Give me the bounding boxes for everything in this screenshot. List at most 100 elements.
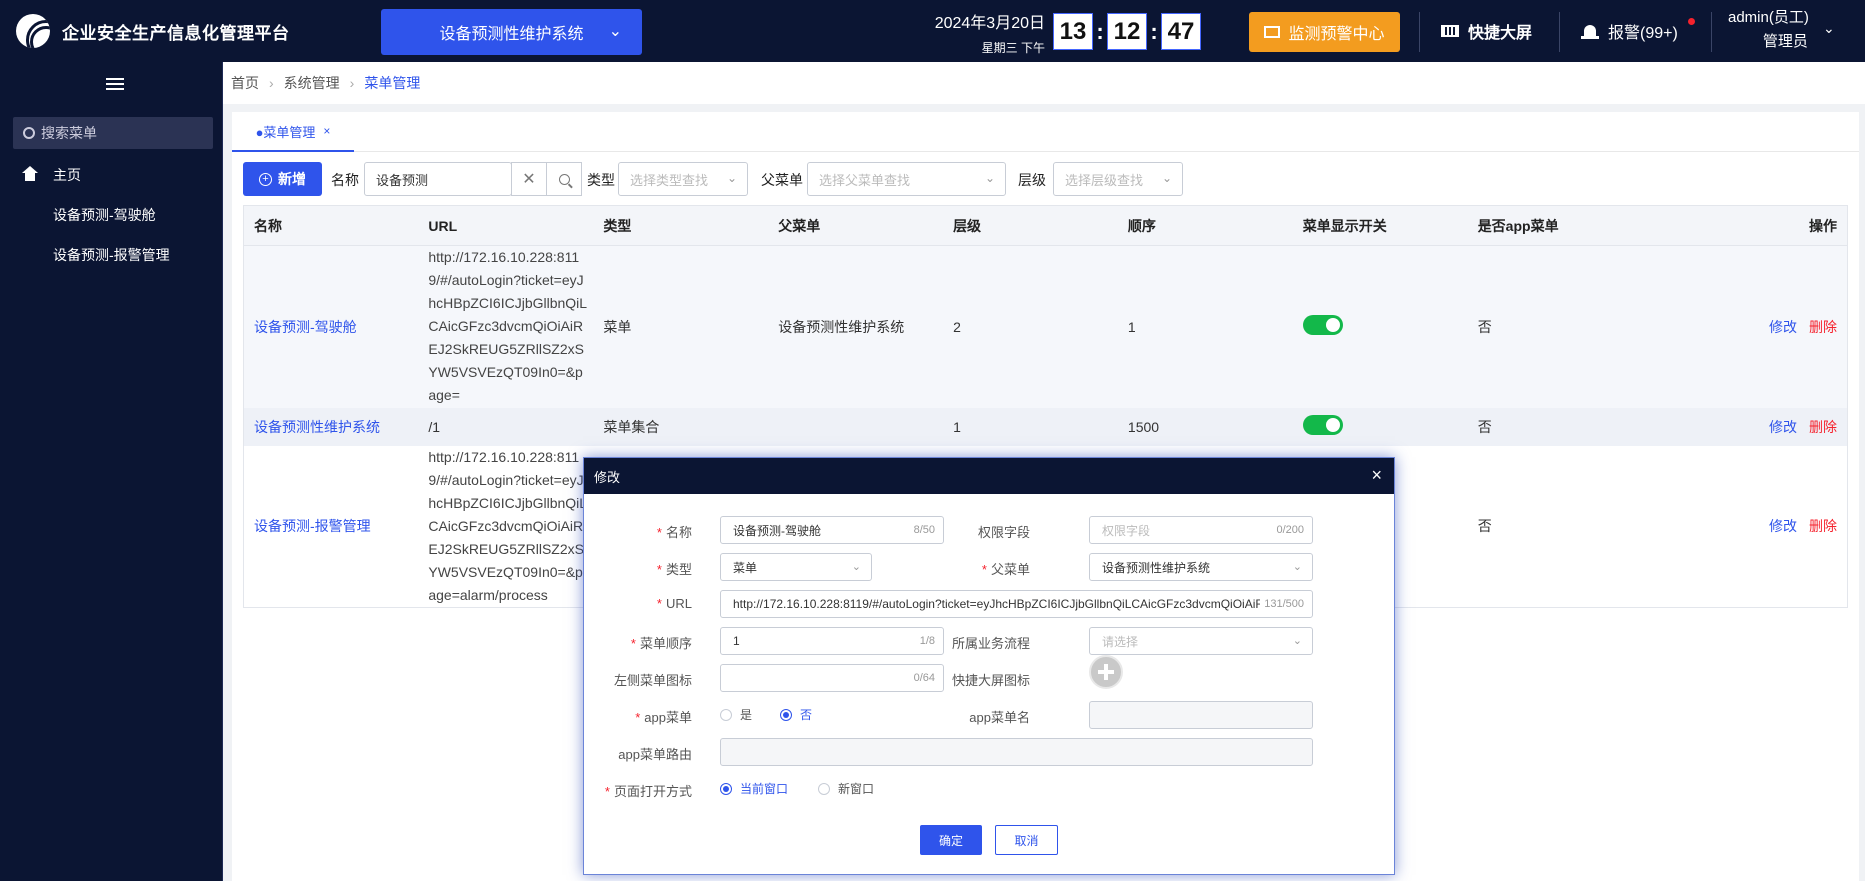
user-name: admin(员工): [1728, 9, 1809, 26]
sidebar-item-alarm-management[interactable]: 设备预测-报警管理: [0, 235, 223, 275]
menu-display-toggle[interactable]: [1302, 415, 1343, 435]
row-is-app: 否: [1467, 445, 1643, 608]
row-name-link[interactable]: 设备预测性维护系统: [254, 419, 380, 435]
keyboard-icon: [1441, 25, 1459, 37]
parent-menu-value: 设备预测性维护系统: [1102, 560, 1211, 575]
top-header: 企业安全生产信息化管理平台 设备预测性维护系统 ⌄ 2024年3月20日 星期三…: [0, 0, 1865, 62]
open-current-window-radio[interactable]: 当前窗口: [720, 780, 788, 797]
breadcrumb-system[interactable]: 系统管理: [284, 73, 340, 93]
chevron-down-icon: ⌄: [1161, 171, 1172, 185]
app-route-input[interactable]: [720, 738, 1313, 766]
alarm-badge-dot: [1688, 18, 1695, 25]
close-icon: ✕: [522, 171, 536, 188]
row-name-link[interactable]: 设备预测-报警管理: [254, 518, 371, 534]
row-parent: 设备预测性维护系统: [768, 245, 944, 408]
permission-placeholder: 权限字段: [1102, 523, 1151, 538]
brand: 企业安全生产信息化管理平台: [0, 14, 370, 48]
parent-menu-select[interactable]: 设备预测性维护系统 ⌄: [1089, 553, 1313, 581]
monitor-center-button[interactable]: 监测预警中心: [1249, 12, 1400, 52]
quick-screen-button[interactable]: 快捷大屏: [1441, 19, 1532, 43]
tab-label: ●菜单管理: [255, 124, 316, 140]
alarm-bell-icon: [1580, 22, 1600, 40]
name-value: 设备预测-驾驶舱: [733, 523, 821, 538]
edit-link[interactable]: 修改: [1769, 319, 1797, 335]
edit-link[interactable]: 修改: [1769, 518, 1797, 534]
permission-input[interactable]: 权限字段 0/200: [1089, 516, 1313, 544]
dialog-header: 修改 ×: [584, 458, 1394, 494]
order-input[interactable]: 1 1/8: [720, 627, 944, 655]
breadcrumb-current: 菜单管理: [364, 75, 421, 91]
edit-menu-dialog: 修改 × * 名称 设备预测-驾驶舱 8/50 权限字段 权限字段 0/200 *…: [583, 457, 1395, 875]
plus-icon: +: [259, 172, 272, 186]
sidebar-item-cockpit[interactable]: 设备预测-驾驶舱: [0, 195, 223, 235]
close-icon[interactable]: ×: [323, 124, 330, 138]
order-value: 1: [733, 634, 740, 648]
edit-link[interactable]: 修改: [1769, 419, 1797, 435]
parent-filter-select[interactable]: 选择父菜单查找 ⌄: [807, 162, 1006, 196]
chevron-down-icon: ⌄: [726, 171, 737, 185]
name-filter-input[interactable]: 设备预测: [364, 162, 512, 196]
menu-display-toggle[interactable]: [1302, 315, 1343, 336]
confirm-button[interactable]: 确定: [920, 825, 982, 855]
level-filter-select[interactable]: 选择层级查找 ⌄: [1053, 162, 1183, 196]
alarm-button[interactable]: 报警(99+): [1580, 19, 1678, 43]
business-flow-placeholder: 请选择: [1102, 634, 1139, 649]
system-select[interactable]: 设备预测性维护系统 ⌄: [381, 9, 642, 55]
sidebar-search-input[interactable]: 搜索菜单: [13, 117, 213, 149]
app-menu-yes-radio[interactable]: 是: [720, 706, 752, 723]
type-select[interactable]: 菜单 ⌄: [720, 553, 872, 581]
chevron-down-icon: ⌄: [851, 561, 861, 573]
tab-menu-management[interactable]: ●菜单管理 ×: [232, 112, 354, 152]
breadcrumb: 首页 › 系统管理 › 菜单管理: [223, 62, 1865, 104]
user-menu[interactable]: admin(员工) 管理员: [1728, 6, 1809, 54]
column-header: 类型: [593, 205, 769, 246]
sidebar-item-home[interactable]: 主页: [0, 155, 223, 195]
clock-seconds: 47: [1161, 13, 1201, 50]
app-menu-name-input[interactable]: [1089, 701, 1313, 729]
open-new-window-radio[interactable]: 新窗口: [818, 780, 874, 797]
name-label: * 名称: [656, 525, 692, 540]
delete-link[interactable]: 删除: [1809, 319, 1837, 335]
delete-link[interactable]: 删除: [1809, 419, 1837, 435]
add-button[interactable]: + 新增: [243, 162, 322, 196]
name-input[interactable]: 设备预测-驾驶舱 8/50: [720, 516, 944, 544]
add-button-label: 新增: [278, 171, 306, 187]
name-filter-label: 名称: [331, 172, 359, 188]
left-icon-input[interactable]: 0/64: [720, 664, 944, 692]
permission-label: 权限字段: [977, 525, 1030, 540]
name-counter: 8/50: [909, 524, 935, 536]
breadcrumb-home[interactable]: 首页: [231, 73, 259, 93]
delete-link[interactable]: 删除: [1809, 518, 1837, 534]
app-menu-name-label: app菜单名: [969, 710, 1030, 725]
sidebar-item-label: 设备预测-驾驶舱: [53, 207, 156, 223]
clock-minutes: 12: [1107, 13, 1147, 50]
app-menu-no-radio[interactable]: 否: [780, 706, 812, 723]
type-value: 菜单: [733, 560, 758, 575]
radio-checked-icon: [720, 782, 732, 795]
row-level: 1: [943, 407, 1118, 446]
menu-collapse-icon[interactable]: [106, 78, 124, 92]
add-icon-upload[interactable]: [1089, 655, 1123, 689]
clear-button[interactable]: ✕: [511, 162, 547, 196]
table-row: 设备预测性维护系统 /1 菜单集合 1 1500 否 修改 删除: [243, 407, 1848, 446]
radio-icon: [818, 782, 830, 795]
business-flow-select[interactable]: 请选择 ⌄: [1089, 627, 1313, 655]
cancel-button[interactable]: 取消: [995, 825, 1058, 855]
row-is-app: 否: [1467, 407, 1643, 446]
url-input[interactable]: http://172.16.10.228:8119/#/autoLogin?ti…: [720, 590, 1313, 618]
app-route-label: app菜单路由: [618, 747, 692, 762]
chevron-down-icon[interactable]: ⌄: [1823, 20, 1835, 37]
sidebar-search-placeholder: 搜索菜单: [41, 125, 97, 141]
radio-icon: [720, 708, 732, 721]
search-button[interactable]: [546, 162, 582, 196]
column-header: 名称: [243, 205, 419, 246]
filter-bar: + 新增 名称 设备预测 ✕ 类型 选择类型查找 ⌄ 父菜单 选择父菜单查找 ⌄…: [243, 162, 1843, 198]
radio-checked-icon: [780, 708, 792, 721]
monitor-center-label: 监测预警中心: [1288, 26, 1385, 43]
type-filter-select[interactable]: 选择类型查找 ⌄: [618, 162, 748, 196]
row-is-app: 否: [1467, 245, 1643, 408]
row-parent: [768, 407, 944, 446]
row-name-link[interactable]: 设备预测-驾驶舱: [254, 319, 357, 335]
chevron-down-icon: ⌄: [1292, 635, 1302, 647]
close-icon[interactable]: ×: [1371, 465, 1382, 486]
